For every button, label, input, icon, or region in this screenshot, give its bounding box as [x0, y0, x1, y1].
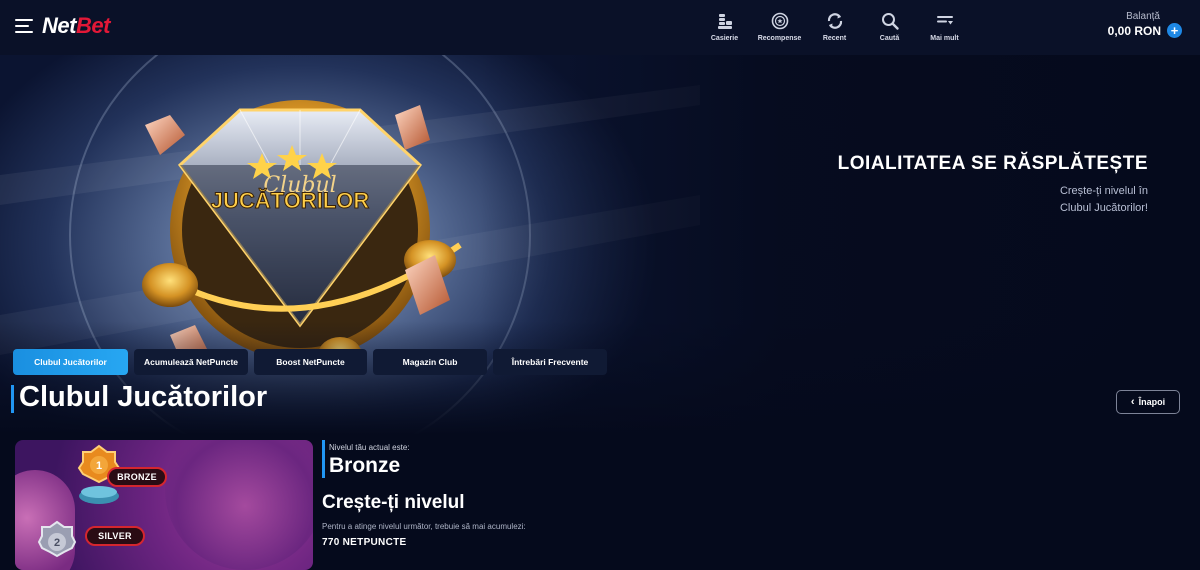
nav-more[interactable]: Mai mult	[917, 0, 972, 55]
nav-recent[interactable]: Recent	[807, 0, 862, 55]
current-level-value: Bronze	[329, 454, 401, 477]
nav-search[interactable]: Caută	[862, 0, 917, 55]
deposit-plus-icon[interactable]: +	[1167, 23, 1182, 38]
level-1-number: 1	[96, 460, 102, 472]
netbet-logo[interactable]: NetBet	[42, 13, 110, 39]
nav-search-label: Caută	[879, 35, 900, 42]
tab-players-club[interactable]: Clubul Jucătorilor	[13, 349, 128, 375]
title-accent-bar	[11, 385, 14, 413]
badge-title-text: JUCĂTORILOR	[211, 188, 370, 213]
nav-cashier-label: Casierie	[710, 35, 739, 42]
nav-more-label: Mai mult	[930, 35, 959, 42]
level-accent-bar	[322, 440, 325, 478]
search-icon	[881, 13, 899, 30]
club-tabs: Clubul Jucătorilor Acumulează NetPuncte …	[13, 349, 607, 375]
cashier-icon	[717, 14, 732, 29]
page-title: Clubul Jucătorilor	[19, 381, 268, 413]
recent-icon	[827, 13, 842, 29]
back-button[interactable]: ‹ Înapoi	[1116, 390, 1180, 414]
nav-rewards-label: Recompense	[757, 35, 802, 42]
chevron-left-icon: ‹	[1130, 396, 1135, 408]
top-navigation-bar: NetBet Casierie Recompense Recent Caută …	[0, 0, 1200, 55]
hero-text: LOIALITATEA SE RĂSPLĂTEȘTE Crește-ți niv…	[838, 153, 1148, 217]
balance-label: Balanță	[1126, 11, 1160, 22]
level-bronze-label: BRONZE	[107, 467, 167, 487]
more-icon	[936, 16, 953, 25]
tab-earn-netpoints[interactable]: Acumulează NetPuncte	[134, 349, 248, 375]
balance-widget[interactable]: Balanță 0,00 RON +	[1108, 11, 1182, 38]
badge-script-text: Clubul	[263, 173, 336, 198]
nav-cashier[interactable]: Casierie	[697, 0, 752, 55]
hero-title: LOIALITATEA SE RĂSPLĂTEȘTE	[837, 153, 1148, 174]
rewards-icon	[771, 12, 788, 30]
card-decoration	[165, 440, 313, 570]
header-nav: Casierie Recompense Recent Caută Mai mul…	[697, 0, 972, 55]
level-2-number: 2	[54, 537, 60, 549]
players-club-diamond-art: Clubul JUCĂTORILOR	[0, 55, 700, 435]
hero-subtitle: Crește-ți nivelul în Clubul Jucătorilor!	[1059, 185, 1148, 214]
level-up-title: Crește-ți nivelul	[322, 492, 465, 513]
levels-card: 1 BRONZE 2 SILVER	[15, 440, 313, 570]
logo-net-text: Net	[42, 13, 76, 38]
hero-banner: Clubul JUCĂTORILOR LOIALITATEA SE RĂSPLĂ…	[0, 55, 1200, 435]
level-up-description: Pentru a atinge nivelul următor, trebuie…	[322, 522, 526, 531]
current-level-caption: Nivelul tău actual este:	[329, 443, 410, 452]
tab-boost-netpoints[interactable]: Boost NetPuncte	[254, 349, 367, 375]
nav-recent-label: Recent	[822, 35, 847, 42]
nav-rewards[interactable]: Recompense	[752, 0, 807, 55]
back-button-label: Înapoi	[1138, 397, 1166, 407]
logo-bet-text: Bet	[75, 13, 110, 38]
silver-level-badge-icon: 2	[37, 520, 77, 558]
tab-faq[interactable]: Întrebări Frecvente	[493, 349, 607, 375]
balance-value: 0,00 RON	[1107, 23, 1161, 38]
points-needed: 770 NETPUNCTE	[322, 537, 407, 548]
menu-icon[interactable]	[15, 19, 33, 33]
tab-club-shop[interactable]: Magazin Club	[373, 349, 487, 375]
level-silver-label: SILVER	[85, 526, 145, 546]
